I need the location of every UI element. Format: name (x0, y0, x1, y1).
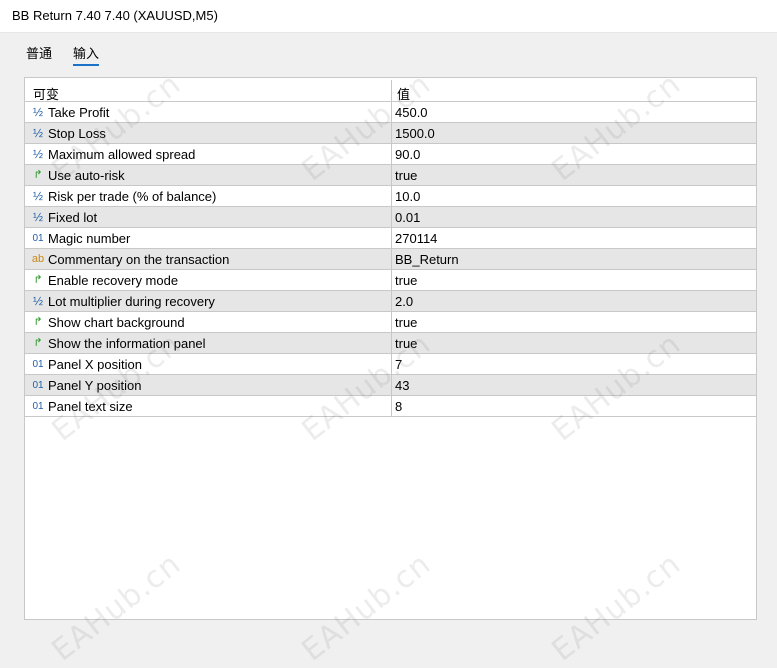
boolean-type-icon: ↱ (33, 337, 43, 349)
cell-divider (391, 144, 392, 165)
table-row[interactable]: 01 Panel X position 7 (25, 354, 756, 375)
column-header-variable[interactable]: 可变 (33, 84, 59, 103)
parameter-value[interactable]: 43 (395, 378, 409, 393)
table-row[interactable]: ½ Fixed lot 0.01 (25, 207, 756, 228)
double-type-icon: ½ (32, 189, 43, 203)
tab-bar: 普通 输入 (0, 33, 777, 66)
double-type-icon: ½ (32, 147, 43, 161)
tab-common[interactable]: 普通 (26, 43, 52, 62)
integer-type-icon: 01 (32, 359, 44, 370)
table-row[interactable]: ↱ Show the information panel true (25, 333, 756, 354)
table-row[interactable]: ½ Risk per trade (% of balance) 10.0 (25, 186, 756, 207)
cell-divider (391, 291, 392, 312)
table-row[interactable]: 01 Panel Y position 43 (25, 375, 756, 396)
boolean-type-icon: ↱ (33, 316, 43, 328)
table-header: 可变 值 (25, 80, 756, 102)
cell-divider (391, 396, 392, 417)
window-title: BB Return 7.40 7.40 (XAUUSD,M5) (12, 8, 218, 23)
cell-divider (391, 102, 392, 123)
table-row[interactable]: ↱ Enable recovery mode true (25, 270, 756, 291)
cell-divider (391, 333, 392, 354)
parameter-value[interactable]: 7 (395, 357, 402, 372)
table-row[interactable]: ½ Maximum allowed spread 90.0 (25, 144, 756, 165)
table-row[interactable]: ab Commentary on the transaction BB_Return (25, 249, 756, 270)
parameter-value[interactable]: true (395, 273, 417, 288)
table-row[interactable]: ½ Stop Loss 1500.0 (25, 123, 756, 144)
integer-type-icon: 01 (32, 380, 44, 391)
cell-divider (391, 228, 392, 249)
parameter-name: Panel text size (48, 399, 133, 414)
parameter-value[interactable]: true (395, 168, 417, 183)
parameter-value[interactable]: 8 (395, 399, 402, 414)
parameter-name: Show chart background (48, 315, 185, 330)
parameter-name: Risk per trade (% of balance) (48, 189, 217, 204)
table-row[interactable]: 01 Panel text size 8 (25, 396, 756, 417)
parameter-value[interactable]: 450.0 (395, 105, 428, 120)
table-row[interactable]: ↱ Use auto-risk true (25, 165, 756, 186)
cell-divider (391, 270, 392, 291)
cell-divider (391, 186, 392, 207)
tab-inputs[interactable]: 输入 (73, 43, 100, 66)
table-row[interactable]: 01 Magic number 270114 (25, 228, 756, 249)
parameter-name: Maximum allowed spread (48, 147, 196, 162)
parameter-name: Panel Y position (48, 378, 142, 393)
table-row[interactable]: ↱ Show chart background true (25, 312, 756, 333)
double-type-icon: ½ (32, 210, 43, 224)
parameter-value[interactable]: true (395, 315, 417, 330)
table-row[interactable]: ½ Lot multiplier during recovery 2.0 (25, 291, 756, 312)
parameter-value[interactable]: true (395, 336, 417, 351)
parameter-name: Take Profit (48, 105, 110, 120)
parameter-name: Show the information panel (48, 336, 206, 351)
double-type-icon: ½ (32, 105, 43, 119)
parameter-name: Enable recovery mode (48, 273, 179, 288)
parameter-value[interactable]: 0.01 (395, 210, 420, 225)
cell-divider (391, 249, 392, 270)
parameter-value[interactable]: 2.0 (395, 294, 413, 309)
integer-type-icon: 01 (32, 401, 44, 412)
cell-divider (391, 123, 392, 144)
integer-type-icon: 01 (32, 233, 44, 244)
parameter-name: Stop Loss (48, 126, 106, 141)
parameter-value[interactable]: BB_Return (395, 252, 459, 267)
cell-divider (391, 207, 392, 228)
cell-divider (391, 375, 392, 396)
inputs-table: 可变 值 ½ Take Profit 450.0 ½ Stop Loss 1500.0 ½ M… (24, 77, 757, 620)
double-type-icon: ½ (32, 294, 43, 308)
cell-divider (391, 354, 392, 375)
boolean-type-icon: ↱ (33, 274, 43, 286)
parameter-value[interactable]: 1500.0 (395, 126, 435, 141)
cell-divider (391, 312, 392, 333)
parameter-name: Use auto-risk (48, 168, 125, 183)
parameter-name: Lot multiplier during recovery (48, 294, 215, 309)
column-divider[interactable] (391, 80, 392, 101)
string-type-icon: ab (31, 253, 45, 265)
double-type-icon: ½ (32, 126, 43, 140)
cell-divider (391, 165, 392, 186)
title-bar: BB Return 7.40 7.40 (XAUUSD,M5) (0, 0, 777, 33)
parameter-name: Fixed lot (48, 210, 98, 225)
boolean-type-icon: ↱ (33, 169, 43, 181)
parameter-value[interactable]: 90.0 (395, 147, 420, 162)
table-body: ½ Take Profit 450.0 ½ Stop Loss 1500.0 ½ Maximu… (25, 102, 756, 417)
column-header-value[interactable]: 值 (397, 84, 410, 103)
table-row[interactable]: ½ Take Profit 450.0 (25, 102, 756, 123)
parameter-name: Magic number (48, 231, 131, 246)
parameter-name: Commentary on the transaction (48, 252, 230, 267)
parameter-name: Panel X position (48, 357, 142, 372)
parameter-value[interactable]: 10.0 (395, 189, 420, 204)
parameter-value[interactable]: 270114 (395, 231, 437, 246)
